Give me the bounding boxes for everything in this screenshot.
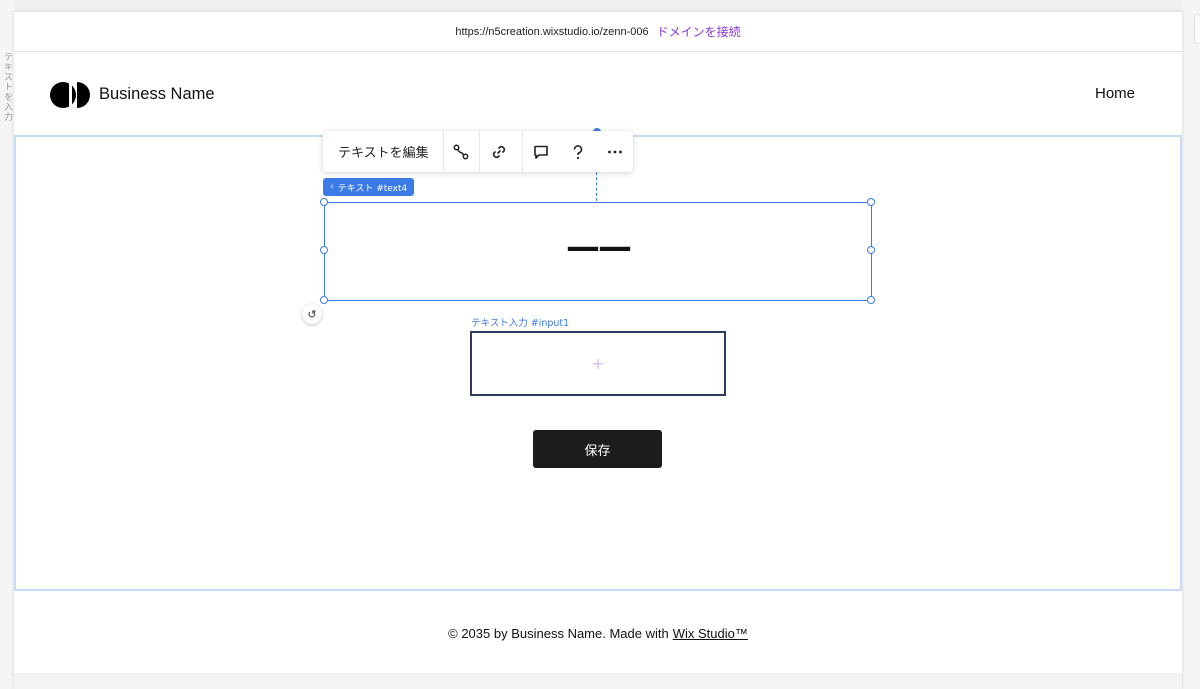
resize-handle-middle-right[interactable] xyxy=(867,246,875,254)
help-icon xyxy=(573,144,583,159)
editor-right-panel xyxy=(1182,0,1200,689)
editor-canvas: https://n5creation.wixstudio.io/zenn-006… xyxy=(14,12,1182,689)
help-button[interactable] xyxy=(560,131,597,172)
resize-handle-bottom-right[interactable] xyxy=(867,296,875,304)
logo-gap xyxy=(69,82,72,108)
side-panel-text: テキストを入力 xyxy=(2,52,12,122)
comment-icon xyxy=(534,145,549,159)
site-header: Business Name Home xyxy=(14,53,1182,134)
element-badge-text4[interactable]: ‹ テキスト #text4 xyxy=(323,178,415,196)
nav-item-home[interactable]: Home xyxy=(1095,85,1135,102)
add-icon: + xyxy=(591,354,605,373)
panel-toggle-handle[interactable] xyxy=(1194,14,1200,44)
chevron-left-icon: ‹ xyxy=(330,182,334,192)
connect-domain-link[interactable]: ドメインを接続 xyxy=(657,23,741,40)
resize-handle-bottom-left[interactable] xyxy=(320,296,328,304)
input-element-label: テキスト入力 #input1 xyxy=(471,318,570,329)
site-url-bar: https://n5creation.wixstudio.io/zenn-006… xyxy=(14,12,1182,52)
resize-handle-top-right[interactable] xyxy=(867,198,875,206)
floating-toolbar: テキストを編集 xyxy=(323,131,633,172)
connect-data-button[interactable] xyxy=(444,131,481,172)
site-url: https://n5creation.wixstudio.io/zenn-006 xyxy=(455,25,649,38)
save-button[interactable]: 保存 xyxy=(533,430,662,468)
site-footer: © 2035 by Business Name. Made with Wix S… xyxy=(14,593,1182,673)
text-element-content: —— xyxy=(566,227,632,267)
brand-name[interactable]: Business Name xyxy=(99,85,215,104)
editor-left-panel: テキストを入力 xyxy=(0,0,14,689)
more-actions-button[interactable] xyxy=(596,131,633,172)
link-icon xyxy=(492,145,505,158)
logo-circle-left xyxy=(50,82,76,108)
rotate-icon: ↺ xyxy=(307,307,317,321)
selected-text-element[interactable]: —— xyxy=(324,202,872,301)
edit-text-button[interactable]: テキストを編集 xyxy=(323,131,444,172)
canvas-bottom-band xyxy=(14,673,1182,689)
footer-wix-studio-link[interactable]: Wix Studio™ xyxy=(673,626,748,641)
rotate-button[interactable]: ↺ xyxy=(302,304,322,324)
brand-logo[interactable] xyxy=(50,82,90,108)
connect-icon xyxy=(454,144,469,159)
alignment-guide xyxy=(596,172,597,201)
comment-button[interactable] xyxy=(523,131,560,172)
more-icon xyxy=(607,150,622,153)
element-badge-label: テキスト #text4 xyxy=(337,183,408,194)
resize-handle-top-left[interactable] xyxy=(320,198,328,206)
resize-handle-middle-left[interactable] xyxy=(320,246,328,254)
footer-copyright: © 2035 by Business Name. Made with xyxy=(448,625,669,641)
text-input-field[interactable]: + xyxy=(470,331,726,396)
link-button[interactable] xyxy=(480,131,517,172)
